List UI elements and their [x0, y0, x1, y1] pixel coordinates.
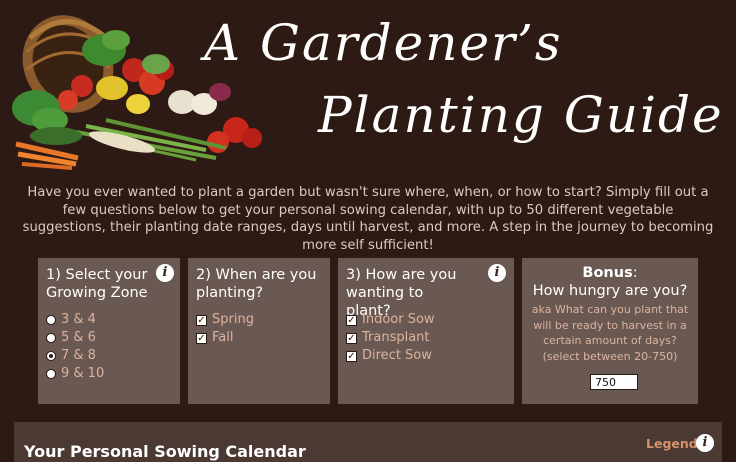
- zone-option-label: 3 & 4: [61, 312, 96, 327]
- method-option-label: Direct Sow: [362, 348, 432, 363]
- checkbox-checked[interactable]: ✓: [346, 314, 357, 326]
- growing-zone-card: 1) Select your Growing Zone i 3 & 4 5 & …: [38, 258, 180, 404]
- info-icon[interactable]: i: [696, 434, 714, 452]
- harvest-days-input[interactable]: [590, 374, 638, 390]
- growing-zone-heading: 1) Select your Growing Zone: [46, 267, 148, 301]
- bonus-card: Bonus: How hungry are you? aka What can …: [522, 258, 698, 404]
- checkbox-checked[interactable]: ✓: [196, 332, 207, 344]
- zone-option-label: 9 & 10: [61, 366, 105, 381]
- method-option-direct-sow[interactable]: ✓ Direct Sow: [346, 348, 432, 364]
- method-option-label: Transplant: [362, 330, 430, 345]
- page-title-line2: Planting Guide: [318, 86, 724, 144]
- season-option-fall[interactable]: ✓ Fall: [196, 330, 233, 346]
- planting-season-heading: 2) When are you planting?: [196, 267, 317, 301]
- calendar-title: Your Personal Sowing Calendar: [24, 442, 306, 461]
- legend-link[interactable]: Legend: [646, 436, 698, 451]
- checkbox-checked[interactable]: ✓: [346, 350, 357, 362]
- zone-option-5-6[interactable]: 5 & 6: [46, 330, 96, 346]
- season-option-label: Spring: [212, 312, 254, 327]
- zone-option-label: 7 & 8: [61, 348, 96, 363]
- radio-button[interactable]: [46, 315, 56, 325]
- planting-method-card: 3) How are you wanting to plant? i ✓ Ind…: [338, 258, 514, 404]
- zone-option-3-4[interactable]: 3 & 4: [46, 312, 96, 328]
- method-option-indoor-sow[interactable]: ✓ Indoor Sow: [346, 312, 435, 328]
- bonus-label: Bonus: [582, 265, 633, 281]
- zone-option-9-10[interactable]: 9 & 10: [46, 366, 104, 382]
- intro-text: Have you ever wanted to plant a garden b…: [22, 185, 714, 253]
- radio-button-selected[interactable]: [46, 351, 56, 361]
- zone-option-7-8[interactable]: 7 & 8: [46, 348, 96, 364]
- bonus-subtitle: How hungry are you?: [532, 283, 688, 299]
- method-option-label: Indoor Sow: [362, 312, 435, 327]
- info-icon[interactable]: i: [488, 264, 506, 282]
- checkbox-checked[interactable]: ✓: [346, 332, 357, 344]
- bonus-heading: Bonus:: [582, 265, 638, 281]
- season-option-spring[interactable]: ✓ Spring: [196, 312, 254, 328]
- radio-button[interactable]: [46, 333, 56, 343]
- info-icon[interactable]: i: [156, 264, 174, 282]
- zone-option-label: 5 & 6: [61, 330, 96, 345]
- checkbox-checked[interactable]: ✓: [196, 314, 207, 326]
- bonus-description: aka What can you plant that will be read…: [531, 303, 689, 363]
- season-option-label: Fall: [212, 330, 234, 345]
- method-option-transplant[interactable]: ✓ Transplant: [346, 330, 430, 346]
- planting-season-card: 2) When are you planting? ✓ Spring ✓ Fal…: [188, 258, 330, 404]
- radio-button[interactable]: [46, 369, 56, 379]
- hero-header: A Gardener’s Planting Guide: [0, 0, 736, 176]
- sowing-calendar-section: Your Personal Sowing Calendar Legend i: [14, 422, 722, 462]
- page-title-line1: A Gardener’s: [204, 14, 563, 72]
